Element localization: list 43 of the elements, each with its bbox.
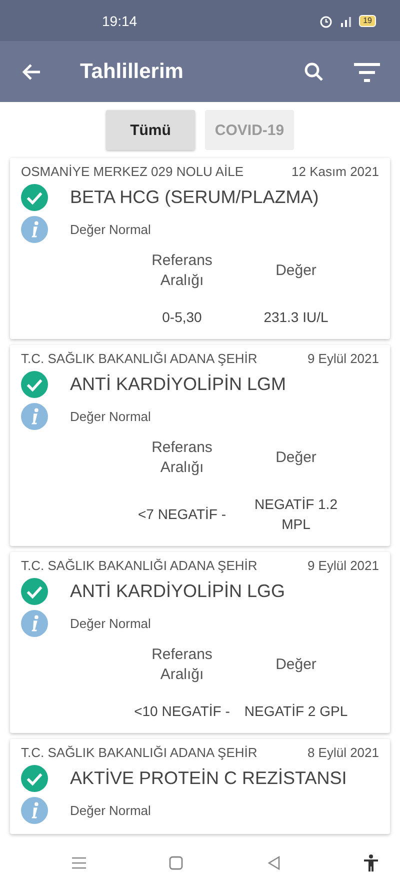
status-text: Değer Normal xyxy=(70,409,151,424)
status-text: Değer Normal xyxy=(70,803,151,818)
result-card[interactable]: OSMANİYE MERKEZ 029 NOLU AİLE 12 Kasım 2021 BETA HCG (SERUM/PLAZMA) Değer Normal Referans Aralığı Değer 0-5,30 231.3 IU/L xyxy=(10,158,390,339)
status-text: Değer Normal xyxy=(70,222,151,237)
test-name: AKTİVE PROTEİN C REZİSTANSI xyxy=(70,768,347,789)
column-header: Değer xyxy=(274,261,318,281)
result-date: 9 Eylül 2021 xyxy=(307,558,379,573)
reference-range: <7 NEGATİF - xyxy=(138,505,226,524)
column-header: Referans Aralığı xyxy=(150,251,214,291)
info-icon xyxy=(21,610,48,637)
accessibility-icon[interactable] xyxy=(362,854,380,872)
test-name: ANTİ KARDİYOLİPİN LGG xyxy=(70,581,286,602)
battery-icon: 19 xyxy=(359,14,376,26)
result-date: 12 Kasım 2021 xyxy=(292,164,379,179)
status-text: Değer Normal xyxy=(70,616,151,631)
result-date: 9 Eylül 2021 xyxy=(307,351,379,366)
result-card[interactable]: T.C. SAĞLIK BAKANLIĞI ADANA ŞEHİR 9 Eylül 2021 ANTİ KARDİYOLİPİN LGG Değer Normal Referans Aralığı Değer <10 NEGATİF - NEGATİF 2 GPL xyxy=(10,552,390,733)
column-header: Değer xyxy=(274,448,318,468)
home-square-icon[interactable] xyxy=(167,854,186,872)
institution-name: OSMANİYE MERKEZ 029 NOLU AİLE xyxy=(21,164,244,179)
column-header: Referans Aralığı xyxy=(150,645,214,685)
test-name: ANTİ KARDİYOLİPİN LGM xyxy=(70,374,286,395)
status-time: 19:14 xyxy=(102,12,138,28)
info-icon xyxy=(21,216,48,243)
result-card[interactable]: T.C. SAĞLIK BAKANLIĞI ADANA ŞEHİR 9 Eylül 2021 ANTİ KARDİYOLİPİN LGM Değer Normal Referans Aralığı Değer <7 NEGATİF - NEGATİF 1.2 MPL xyxy=(10,345,390,546)
column-header: Değer xyxy=(274,655,318,675)
institution-name: T.C. SAĞLIK BAKANLIĞI ADANA ŞEHİR xyxy=(21,745,258,760)
result-value: NEGATİF 2 GPL xyxy=(244,702,348,721)
result-value: 231.3 IU/L xyxy=(264,308,328,327)
info-icon xyxy=(21,403,48,430)
column-header: Referans Aralığı xyxy=(150,438,214,478)
institution-name: T.C. SAĞLIK BAKANLIĞI ADANA ŞEHİR xyxy=(21,351,258,366)
result-card[interactable]: T.C. SAĞLIK BAKANLIĞI ADANA ŞEHİR 8 Eylül 2021 AKTİVE PROTEİN C REZİSTANSI Değer Normal xyxy=(10,739,390,834)
alarm-icon xyxy=(319,14,334,28)
test-name: BETA HCG (SERUM/PLAZMA) xyxy=(70,187,319,208)
filter-tab[interactable]: Tümü xyxy=(106,110,195,150)
screen-title: Tahlillerim xyxy=(80,60,184,84)
reference-range: <10 NEGATİF - xyxy=(134,702,230,721)
result-value: NEGATİF 1.2 MPL xyxy=(254,495,338,534)
reference-range: 0-5,30 xyxy=(162,308,202,327)
institution-name: T.C. SAĞLIK BAKANLIĞI ADANA ŞEHİR xyxy=(21,558,258,573)
info-icon xyxy=(21,797,48,824)
result-date: 8 Eylül 2021 xyxy=(307,745,379,760)
